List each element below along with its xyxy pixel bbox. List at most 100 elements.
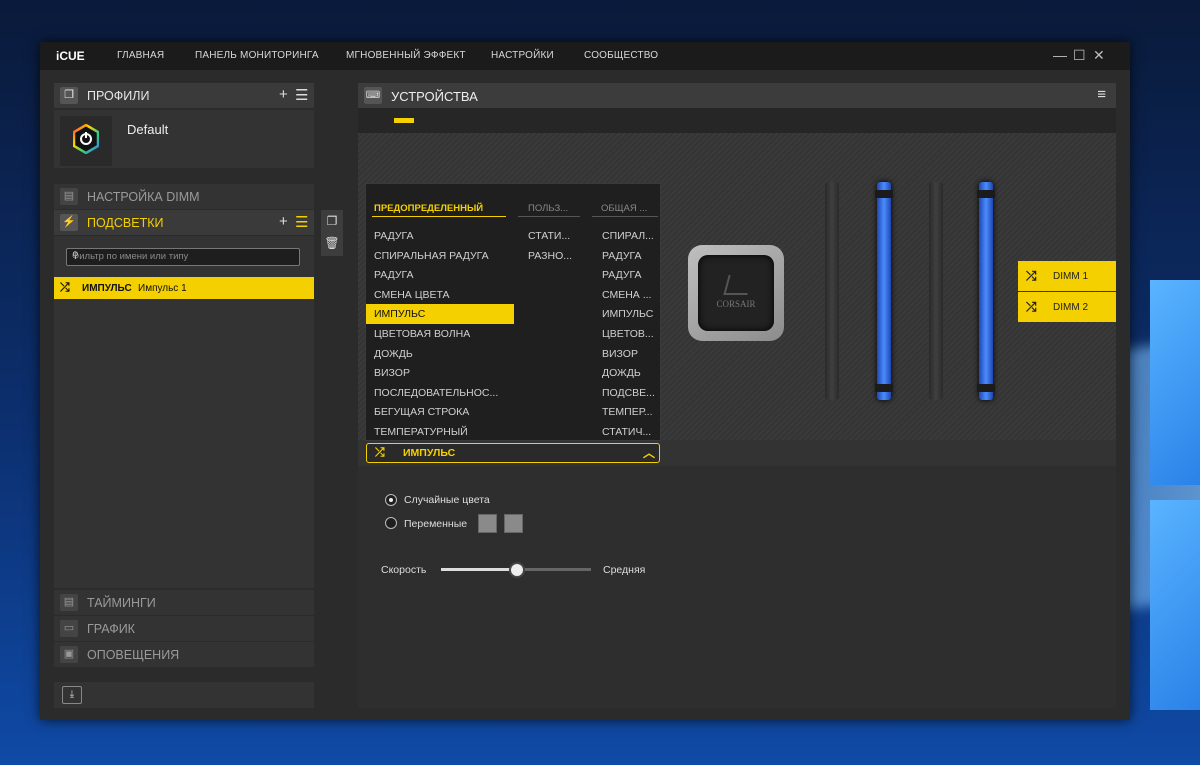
effect-select[interactable]: ⤮ ИМПУЛЬС ︿ [366, 443, 660, 463]
chevron-up-icon[interactable]: ︿ [643, 444, 655, 461]
color-swatch-1[interactable] [478, 514, 497, 533]
dimm-slot-empty [929, 182, 943, 400]
effect-option[interactable]: РАДУГА [366, 265, 514, 285]
tab-custom[interactable]: ПОЛЬЗ... [528, 203, 568, 214]
effect-option[interactable]: СТАТИ... [520, 226, 586, 246]
effect-option[interactable]: ИМПУЛЬС [594, 304, 666, 324]
shuffle-icon: ⤮ [60, 280, 70, 294]
devices-menu-icon[interactable]: ≡ [1097, 86, 1106, 103]
tab-underline [592, 216, 658, 217]
nav-home[interactable]: ГЛАВНАЯ [117, 50, 164, 61]
add-lighting-button[interactable]: + [279, 213, 288, 230]
device-tab-memory[interactable] [394, 118, 414, 123]
effect-option[interactable]: РАДУГА [594, 265, 666, 285]
section-graph[interactable]: ▭ ГРАФИК [54, 616, 314, 641]
dimm-slot-empty [825, 182, 839, 400]
devices-title: УСТРОЙСТВА [391, 89, 478, 104]
lighting-item[interactable]: ⤮ ИМПУЛЬС Импульс 1 [54, 277, 314, 299]
tab-underline-active [372, 216, 506, 217]
windows-logo-pane [1150, 500, 1200, 710]
filter-input[interactable]: Фильтр по имени или типу ⚲ [66, 248, 300, 266]
cooler-pump-image[interactable]: CORSAIR [688, 245, 784, 341]
device-tab-strip [358, 108, 1116, 133]
section-notifications[interactable]: ▣ ОПОВЕЩЕНИЯ [54, 642, 314, 667]
color-swatch-2[interactable] [504, 514, 523, 533]
speed-slider-thumb[interactable] [509, 562, 525, 578]
effect-option[interactable]: СТАТИЧ... [594, 422, 666, 442]
lighting-item-subname: Импульс 1 [138, 283, 187, 294]
effect-option[interactable]: СПИРАЛЬНАЯ РАДУГА [366, 246, 514, 266]
tab-underline [518, 216, 580, 217]
tab-shared[interactable]: ОБЩАЯ ... [601, 203, 647, 214]
speed-value: Средняя [603, 564, 646, 576]
search-icon[interactable]: ⚲ [72, 250, 294, 261]
copy-icon[interactable]: ❐ [321, 210, 343, 232]
dimm-module[interactable] [875, 182, 893, 400]
lighting-menu-button[interactable]: ☰ [295, 213, 308, 231]
effect-option[interactable]: СМЕНА ЦВЕТА [366, 285, 514, 305]
corsair-sail-icon [723, 275, 753, 295]
speed-slider[interactable] [441, 562, 591, 578]
effect-option[interactable]: РАЗНО... [520, 246, 586, 266]
lighting-title: ПОДСВЕТКИ [87, 216, 164, 230]
app-logo: iCUE [56, 49, 85, 63]
nav-community[interactable]: СООБЩЕСТВО [584, 50, 658, 61]
radio-alternating[interactable] [385, 517, 397, 529]
profiles-icon: ❐ [60, 87, 78, 104]
dimm-module[interactable] [977, 182, 995, 400]
download-icon[interactable]: ⤓ [62, 686, 82, 704]
graph-title: ГРАФИК [87, 622, 135, 636]
nav-settings[interactable]: НАСТРОЙКИ [491, 50, 554, 61]
effect-option[interactable]: ПОДСВЕ... [594, 383, 666, 403]
tab-predefined[interactable]: ПРЕДОПРЕДЕЛЕННЫЙ [374, 203, 483, 214]
minimize-icon[interactable]: — [1053, 47, 1067, 63]
effect-option[interactable]: СПИРАЛ... [594, 226, 666, 246]
shuffle-icon: ⤮ [1026, 268, 1037, 283]
dimm-tag-2[interactable]: ⤮ DIMM 2 [1018, 292, 1116, 322]
effect-option[interactable]: РАДУГА [594, 246, 666, 266]
profiles-menu-button[interactable]: ☰ [295, 86, 308, 104]
section-timings[interactable]: ▤ ТАЙМИНГИ [54, 590, 314, 615]
effect-option[interactable]: БЕГУЩАЯ СТРОКА [366, 402, 514, 422]
chat-icon: ▣ [60, 646, 78, 663]
radio-random-colors[interactable] [385, 494, 397, 506]
effect-option[interactable]: ИМПУЛЬС [366, 304, 514, 325]
trash-icon[interactable]: 🗑 [321, 232, 343, 254]
windows-logo-pane [1150, 280, 1200, 485]
effect-option[interactable]: ДОЖДЬ [594, 363, 666, 383]
effect-option[interactable]: СМЕНА ... [594, 285, 666, 305]
nav-dashboard[interactable]: ПАНЕЛЬ МОНИТОРИНГА [195, 50, 319, 61]
keyboard-icon: ⌨ [364, 87, 382, 104]
memory-icon: ▤ [60, 188, 78, 205]
cooler-screen: CORSAIR [698, 255, 774, 331]
profile-thumbnail [60, 116, 112, 166]
section-dimm-setup[interactable]: ▤ НАСТРОЙКА DIMM [54, 184, 314, 209]
add-profile-button[interactable]: + [279, 86, 288, 103]
dimm-tag-1[interactable]: ⤮ DIMM 1 [1018, 261, 1116, 291]
alternating-label: Переменные [404, 518, 468, 530]
random-colors-label: Случайные цвета [404, 494, 490, 506]
effect-option[interactable]: ДОЖДЬ [366, 344, 514, 364]
effect-dropdown: ПРЕДОПРЕДЕЛЕННЫЙ ПОЛЬЗ... ОБЩАЯ ... РАДУ… [365, 183, 661, 441]
section-lighting[interactable]: ⚡ ПОДСВЕТКИ + ☰ [54, 210, 314, 235]
effect-option[interactable]: ТЕМПЕРАТУРНЫЙ [366, 422, 514, 442]
effect-option[interactable]: ВИЗОР [366, 363, 514, 383]
effect-option[interactable]: ЦВЕТОВАЯ ВОЛНА [366, 324, 514, 344]
lighting-item-name: ИМПУЛЬС [82, 283, 132, 294]
maximize-icon[interactable]: ☐ [1073, 47, 1086, 64]
effect-option[interactable]: РАДУГА [366, 226, 514, 246]
cooler-brand: CORSAIR [716, 299, 756, 309]
profile-item[interactable]: Default [54, 110, 314, 168]
effect-option[interactable]: ТЕМПЕР... [594, 402, 666, 422]
effect-option[interactable]: ПОСЛЕДОВАТЕЛЬНОС... [366, 383, 514, 403]
close-icon[interactable]: ✕ [1093, 47, 1105, 64]
shuffle-icon: ⤮ [375, 445, 385, 459]
nav-instant-lighting[interactable]: МГНОВЕННЫЙ ЭФФЕКТ [346, 50, 466, 61]
bottom-toolbar: ⤓ [54, 682, 314, 708]
effect-option[interactable]: ВИЗОР [594, 344, 666, 364]
effect-select-value: ИМПУЛЬС [403, 447, 456, 459]
lightning-icon: ⚡ [60, 214, 78, 231]
icue-window: iCUE ГЛАВНАЯ ПАНЕЛЬ МОНИТОРИНГА МГНОВЕНН… [40, 42, 1130, 720]
effect-option[interactable]: ЦВЕТОВ... [594, 324, 666, 344]
notifications-title: ОПОВЕЩЕНИЯ [87, 648, 180, 662]
